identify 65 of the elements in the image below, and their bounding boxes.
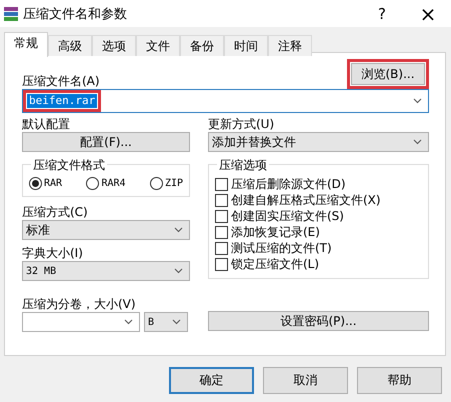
- checkbox-option[interactable]: 添加恢复记录(E): [215, 225, 422, 240]
- tab[interactable]: 注释: [268, 35, 312, 56]
- set-password-button[interactable]: 设置密码(P)...: [208, 311, 429, 331]
- radio-option[interactable]: ZIP: [150, 177, 183, 190]
- checkbox-option[interactable]: 创建自解压格式压缩文件(X): [215, 193, 422, 208]
- dialog-button[interactable]: 取消: [263, 367, 348, 394]
- update-mode-label: 更新方式(U): [208, 117, 276, 132]
- split-size-field[interactable]: [22, 312, 140, 332]
- dictionary-label: 字典大小(I): [22, 246, 84, 261]
- tab[interactable]: 选项: [92, 35, 136, 56]
- chevron-icon: [413, 139, 422, 145]
- tab[interactable]: 时间: [224, 35, 268, 56]
- chevron-icon: [413, 98, 422, 104]
- checkbox-option[interactable]: 压缩后删除源文件(D): [215, 177, 422, 192]
- radio-button[interactable]: [150, 177, 163, 190]
- checkbox[interactable]: [215, 258, 228, 271]
- browse-button[interactable]: 浏览(B)...: [351, 63, 425, 85]
- radio-label: RAR4: [101, 178, 126, 189]
- radio-button[interactable]: [86, 177, 100, 190]
- split-label: 压缩为分卷，大小(V): [22, 297, 137, 312]
- dictionary-dropdown[interactable]: 32 MB: [22, 261, 190, 281]
- window-title: 压缩文件名和参数: [23, 6, 128, 22]
- radio-option[interactable]: RAR: [29, 177, 62, 190]
- method-label: 压缩方式(C): [22, 205, 89, 220]
- radio-label: RAR: [44, 178, 62, 189]
- tab[interactable]: 常规: [4, 32, 48, 57]
- dialog-button[interactable]: 帮助: [357, 367, 442, 394]
- checkbox[interactable]: [215, 210, 228, 223]
- radio-option[interactable]: RAR4: [86, 177, 126, 190]
- chevron-icon: [174, 227, 183, 233]
- profiles-button[interactable]: 配置(F)...: [22, 132, 190, 152]
- dialog-button[interactable]: 确定: [169, 367, 254, 394]
- unit-dropdown[interactable]: B: [144, 312, 188, 332]
- checkbox[interactable]: [215, 226, 228, 239]
- radio-label: ZIP: [164, 178, 183, 189]
- chevron-icon: [124, 319, 133, 325]
- checkbox-label: 创建自解压格式压缩文件(X): [231, 193, 381, 208]
- checkbox-label: 锁定压缩文件(L): [231, 257, 320, 272]
- checkbox-label: 添加恢复记录(E): [231, 225, 320, 240]
- checkbox-label: 测试压缩的文件(T): [231, 241, 332, 256]
- checkbox-option[interactable]: 创建固实压缩文件(S): [215, 209, 422, 224]
- group-title: 压缩选项: [217, 157, 269, 174]
- method-dropdown[interactable]: 标准: [22, 220, 190, 240]
- group-title: 压缩文件格式: [31, 157, 107, 174]
- tab[interactable]: 高级: [48, 35, 92, 56]
- books-icon: [3, 6, 19, 22]
- checkbox-option[interactable]: 锁定压缩文件(L): [215, 257, 422, 272]
- checkbox-label: 创建固实压缩文件(S): [231, 209, 344, 224]
- profiles-label: 默认配置: [22, 117, 71, 132]
- checkbox-option[interactable]: 测试压缩的文件(T): [215, 241, 422, 256]
- checkbox[interactable]: [215, 194, 228, 207]
- archive-name-field[interactable]: beifen.rar: [22, 89, 429, 113]
- tab[interactable]: 文件: [136, 35, 180, 56]
- checkbox-label: 压缩后删除源文件(D): [231, 177, 346, 192]
- archive-name-value: beifen.rar: [27, 94, 98, 108]
- close-button[interactable]: ×: [405, 2, 451, 26]
- update-mode-dropdown[interactable]: 添加并替换文件: [208, 132, 429, 152]
- radio-button[interactable]: [29, 177, 42, 190]
- checkbox[interactable]: [215, 242, 228, 255]
- chevron-icon: [174, 268, 183, 274]
- archive-name-label: 压缩文件名(A): [22, 74, 100, 89]
- help-button[interactable]: ?: [359, 4, 405, 22]
- checkbox[interactable]: [215, 178, 228, 191]
- tab[interactable]: 备份: [180, 35, 224, 56]
- chevron-icon: [172, 319, 181, 325]
